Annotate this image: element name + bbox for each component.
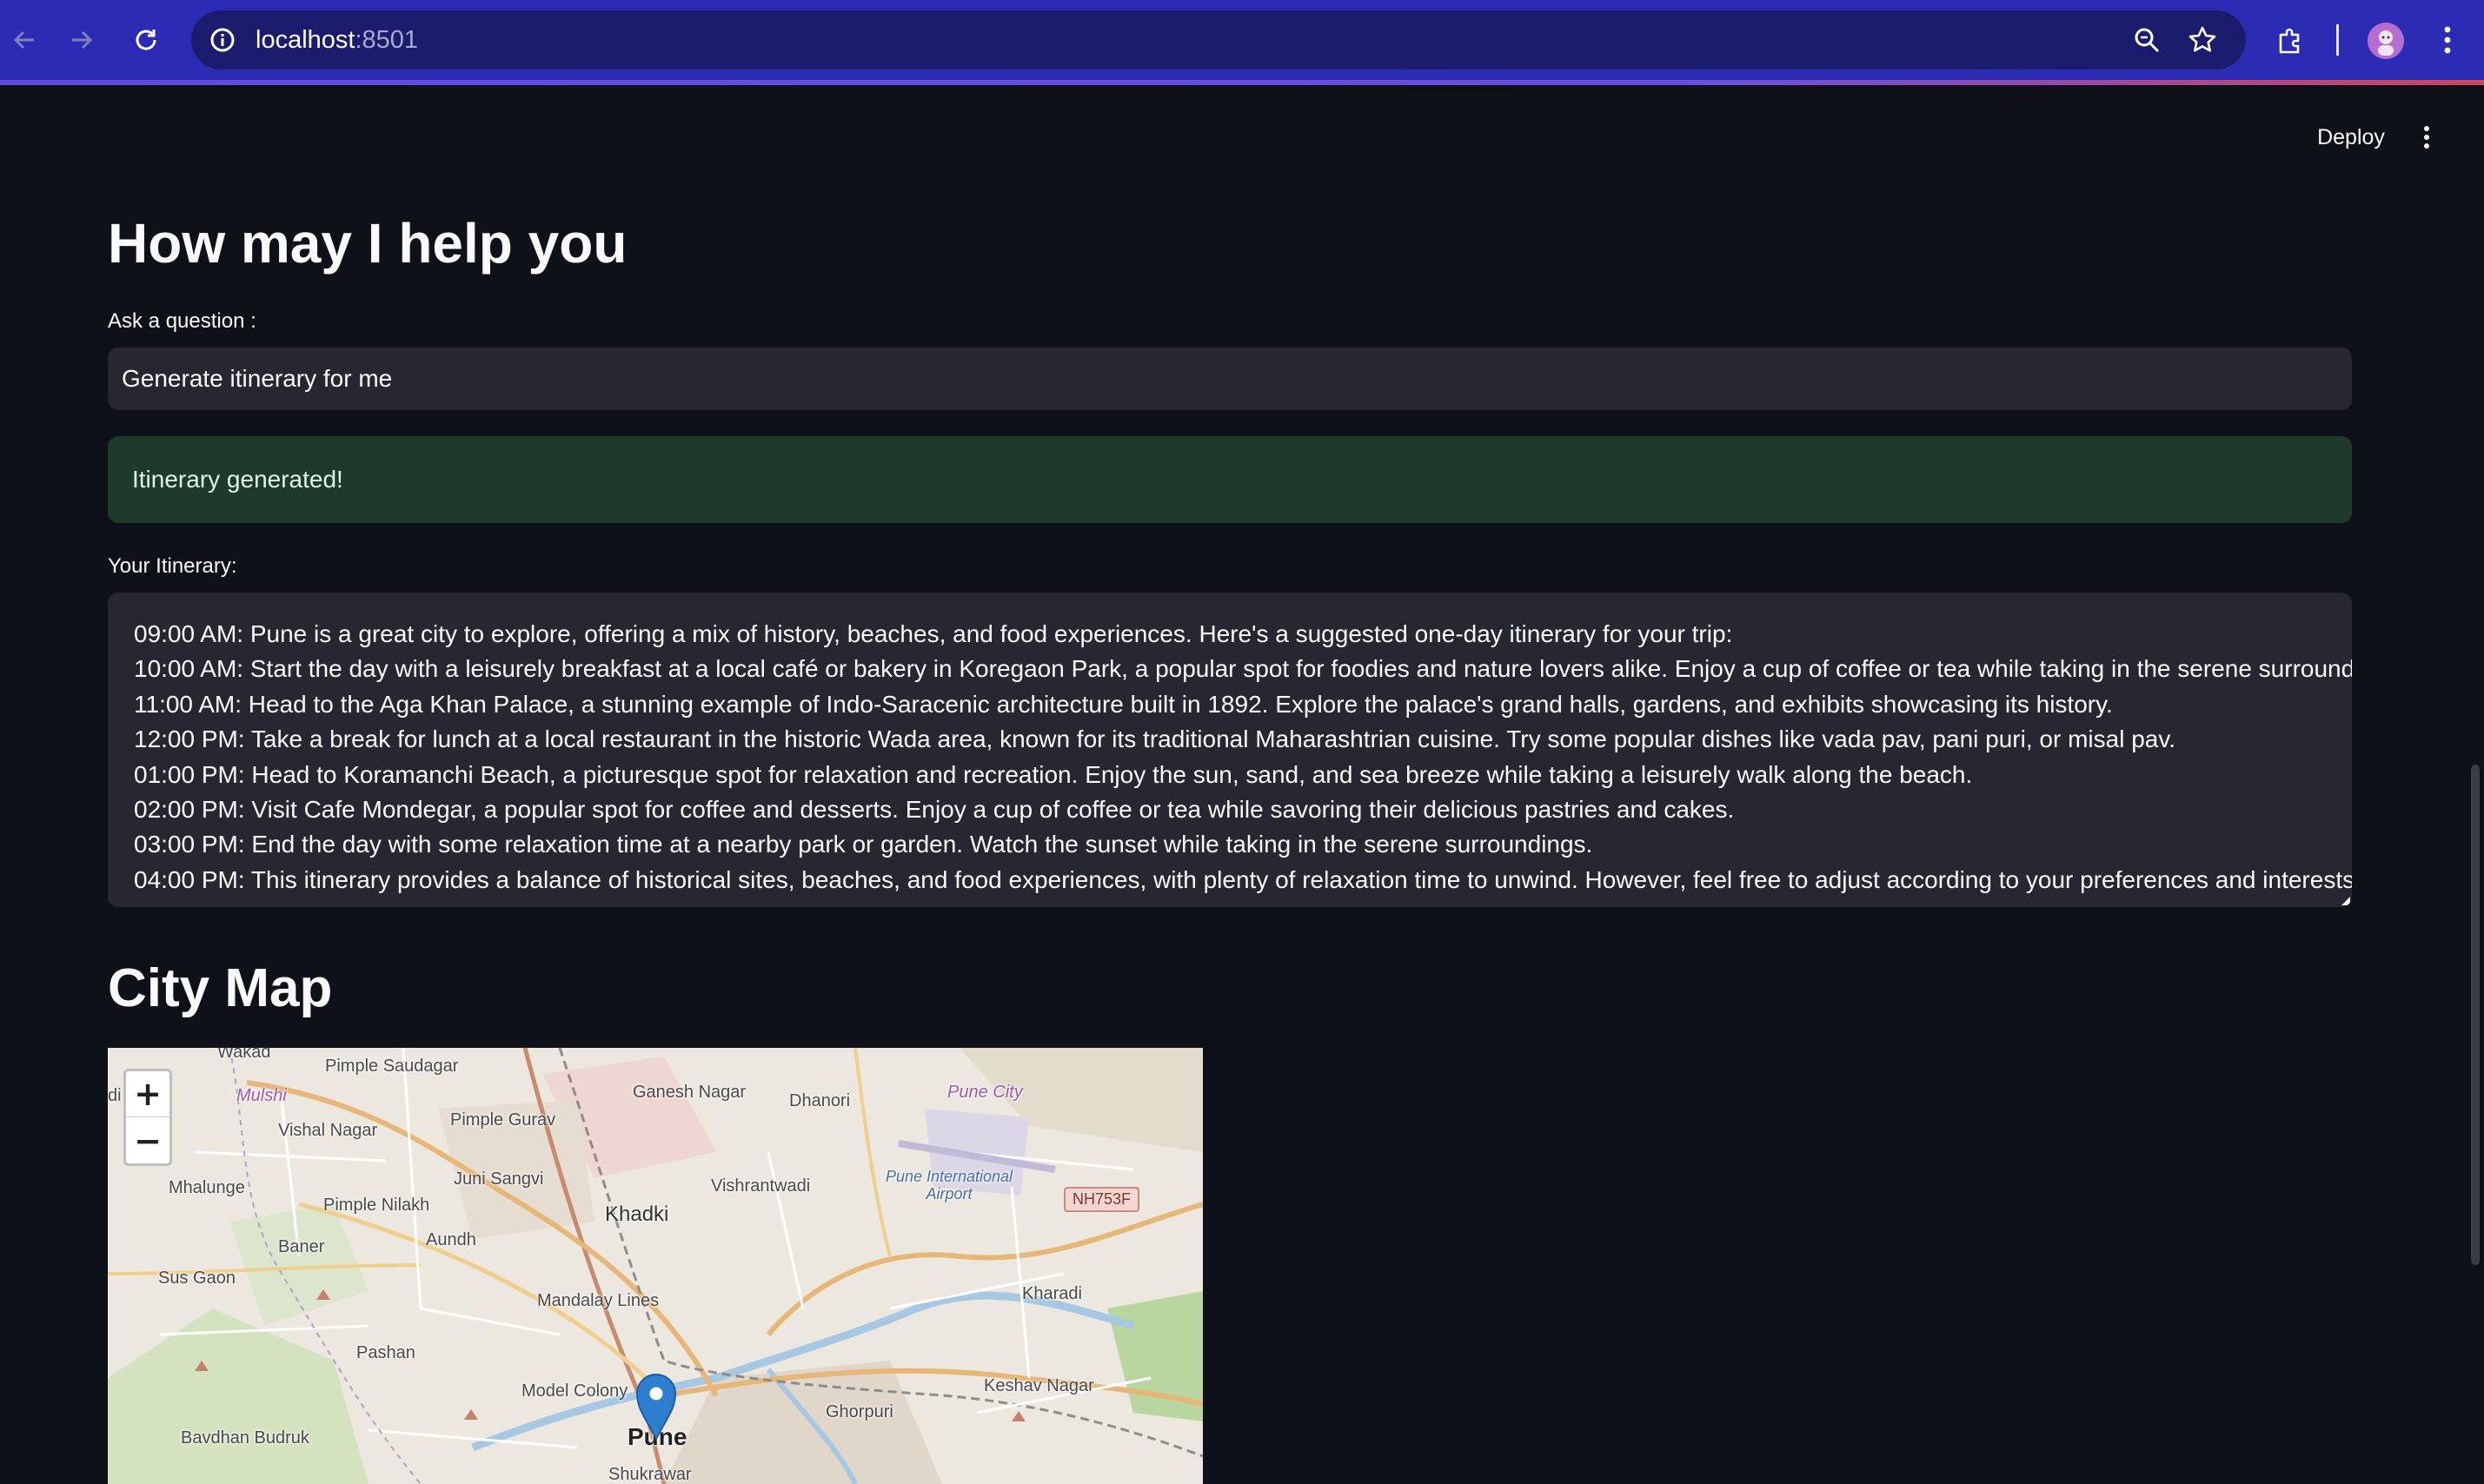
forward-arrow-icon[interactable] (57, 16, 106, 64)
back-arrow-icon[interactable] (0, 16, 49, 64)
page-title: How may I help you (108, 212, 628, 275)
map-label: Keshav Nagar (984, 1376, 1094, 1395)
map-label: Kharadi (1022, 1284, 1082, 1303)
kebab-menu-icon[interactable] (2411, 120, 2442, 155)
itinerary-line: 02:00 PM: Visit Cafe Mondegar, a popular… (134, 796, 1735, 824)
page-scrollbar[interactable] (2471, 765, 2480, 1265)
map-label: Juni Sangvi (454, 1169, 544, 1189)
map-label: di (108, 1086, 122, 1105)
textarea-resize-handle[interactable] (2341, 897, 2350, 905)
browser-toolbar: localhost:8501 (0, 0, 2484, 80)
itinerary-line: 04:00 PM: This itinerary provides a bala… (134, 865, 2352, 893)
itinerary-line: 11:00 AM: Head to the Aga Khan Palace, a… (134, 690, 2113, 718)
map-heading: City Map (108, 958, 333, 1018)
browser-menu-icon[interactable] (2428, 21, 2467, 59)
toolbar-divider (2336, 24, 2339, 56)
map-label: Sus Gaon (158, 1269, 236, 1288)
map-label: Aundh (426, 1230, 476, 1249)
reload-icon[interactable] (122, 16, 170, 64)
question-input[interactable]: Generate itinerary for me (108, 348, 2352, 410)
map-marker-icon[interactable] (634, 1371, 678, 1441)
map-label: Vishrantwadi (711, 1176, 811, 1196)
city-map[interactable]: Wakad Pimple Saudagar Ganesh Nagar Dhano… (108, 1048, 1203, 1484)
map-label: Pashan (356, 1343, 415, 1362)
map-label: Pimple Nilakh (323, 1196, 430, 1215)
deploy-button[interactable]: Deploy (2303, 120, 2399, 155)
map-label: Dhanori (789, 1091, 851, 1110)
map-label: Mhalunge (169, 1178, 245, 1197)
loading-bar (0, 80, 2484, 85)
zoom-icon[interactable] (2129, 23, 2164, 57)
map-zoom-control: + − (123, 1069, 172, 1166)
map-label: Ghorpuri (826, 1402, 893, 1421)
itinerary-line: 09:00 AM: Pune is a great city to explor… (134, 620, 1733, 647)
itinerary-textarea[interactable]: 09:00 AM: Pune is a great city to explor… (108, 593, 2352, 907)
bookmark-star-icon[interactable] (2185, 23, 2220, 57)
map-label: Vishal Nagar (278, 1121, 378, 1140)
map-label: Bavdhan Budruk (181, 1428, 309, 1448)
map-label: Wakad (217, 1048, 271, 1062)
map-label: Pimple Saudagar (325, 1057, 459, 1076)
map-label: Mulshi (236, 1086, 287, 1105)
map-label: Baner (278, 1237, 325, 1256)
map-label: Pimple Gurav (450, 1110, 556, 1130)
extensions-icon[interactable] (2272, 21, 2310, 59)
url-port: :8501 (355, 26, 419, 54)
profile-avatar-icon[interactable] (2368, 23, 2404, 59)
url-text[interactable]: localhost:8501 (256, 26, 418, 54)
map-label: Mandalay Lines (537, 1291, 660, 1310)
zoom-out-button[interactable]: − (126, 1117, 169, 1163)
map-label: Pune International Airport (885, 1168, 1013, 1202)
itinerary-line: 01:00 PM: Head to Koramanchi Beach, a pi… (134, 760, 1973, 788)
map-label: Shukrawar (608, 1465, 692, 1484)
itinerary-line: 03:00 PM: End the day with some relaxati… (134, 831, 1593, 858)
site-info-icon[interactable] (205, 23, 240, 57)
zoom-in-button[interactable]: + (126, 1071, 169, 1117)
url-host: localhost (256, 26, 355, 54)
road-shield: NH753F (1064, 1187, 1140, 1212)
itinerary-label: Your Itinerary: (108, 554, 237, 578)
map-label: Model Colony (521, 1381, 628, 1401)
success-alert: Itinerary generated! (108, 436, 2352, 523)
map-label: Khadki (605, 1202, 669, 1226)
itinerary-line: 10:00 AM: Start the day with a leisurely… (134, 655, 2352, 683)
question-label: Ask a question : (108, 309, 256, 333)
map-label: Pune City (947, 1083, 1023, 1102)
address-bar[interactable]: localhost:8501 (191, 10, 2246, 70)
map-label: Ganesh Nagar (633, 1083, 747, 1102)
itinerary-line: 12:00 PM: Take a break for lunch at a lo… (134, 725, 2176, 753)
